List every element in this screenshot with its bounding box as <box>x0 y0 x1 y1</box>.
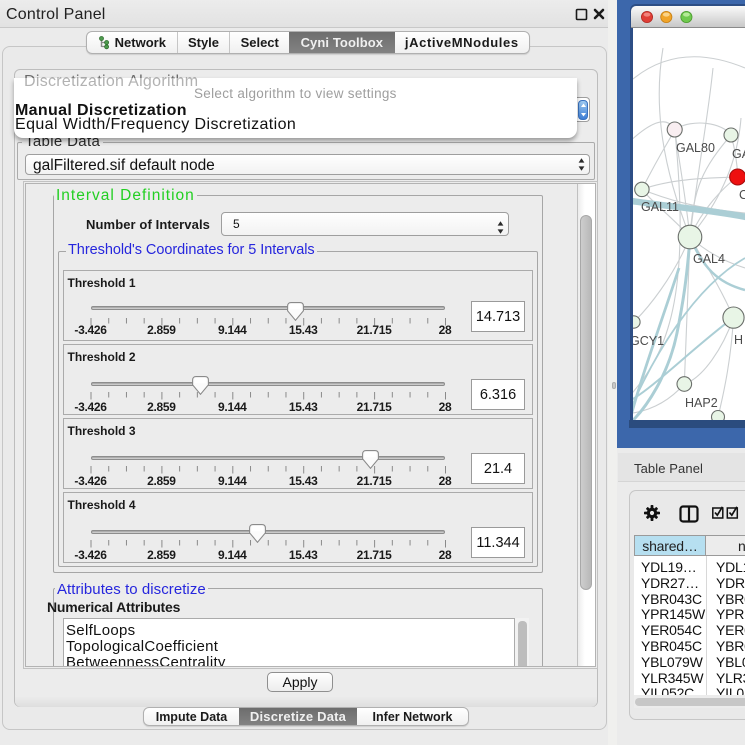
svg-text:C: C <box>739 188 745 202</box>
svg-text:GA: GA <box>732 147 745 161</box>
svg-text:GAL4: GAL4 <box>693 252 725 266</box>
svg-text:GAL11: GAL11 <box>641 200 679 214</box>
svg-text:H: H <box>734 333 743 347</box>
svg-text:GAL80: GAL80 <box>676 141 715 155</box>
svg-text:HAP2: HAP2 <box>685 396 718 410</box>
svg-text:GCY1: GCY1 <box>633 334 664 348</box>
